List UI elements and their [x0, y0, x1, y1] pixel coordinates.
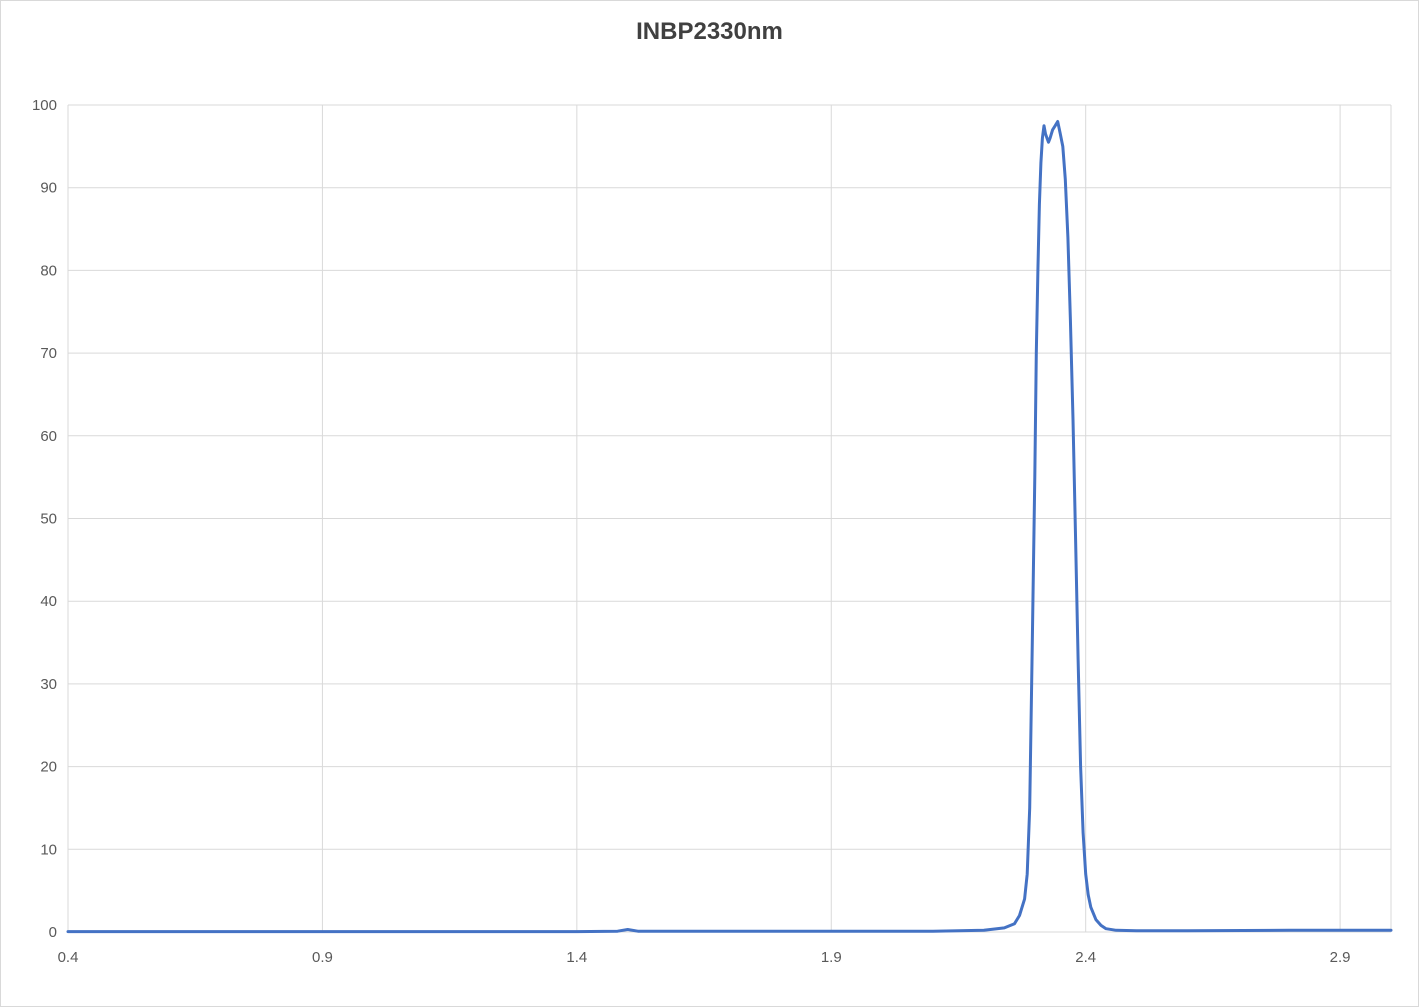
series-group — [66, 120, 1393, 934]
grid-lines — [68, 104, 1392, 932]
x-tick-labels: 0.4 0.9 1.4 1.9 2.4 2.9 — [58, 949, 1351, 966]
x-tick-label: 0.9 — [312, 949, 333, 966]
x-tick-label: 1.4 — [566, 949, 587, 966]
y-tick-label: 10 — [40, 841, 57, 858]
x-tick-label: 1.9 — [821, 949, 842, 966]
y-tick-label: 70 — [40, 345, 57, 362]
chart-plot: 0.4 0.9 1.4 1.9 2.4 2.9 0 10 20 30 40 50 60 70 80 90 10… — [32, 97, 1393, 966]
y-tick-labels: 0 10 20 30 40 50 60 70 80 90 100 — [32, 97, 57, 941]
series-line — [66, 120, 1393, 934]
x-tick-label: 2.4 — [1075, 949, 1096, 966]
y-tick-label: 30 — [40, 676, 57, 693]
y-tick-label: 60 — [40, 428, 57, 445]
y-tick-label: 80 — [40, 262, 57, 279]
x-tick-label: 0.4 — [58, 949, 79, 966]
y-tick-label: 90 — [40, 180, 57, 197]
y-tick-label: 100 — [32, 97, 57, 114]
y-tick-label: 0 — [49, 924, 57, 941]
y-tick-label: 50 — [40, 511, 57, 528]
y-tick-label: 20 — [40, 759, 57, 776]
x-tick-label: 2.9 — [1330, 949, 1351, 966]
y-tick-label: 40 — [40, 593, 57, 610]
